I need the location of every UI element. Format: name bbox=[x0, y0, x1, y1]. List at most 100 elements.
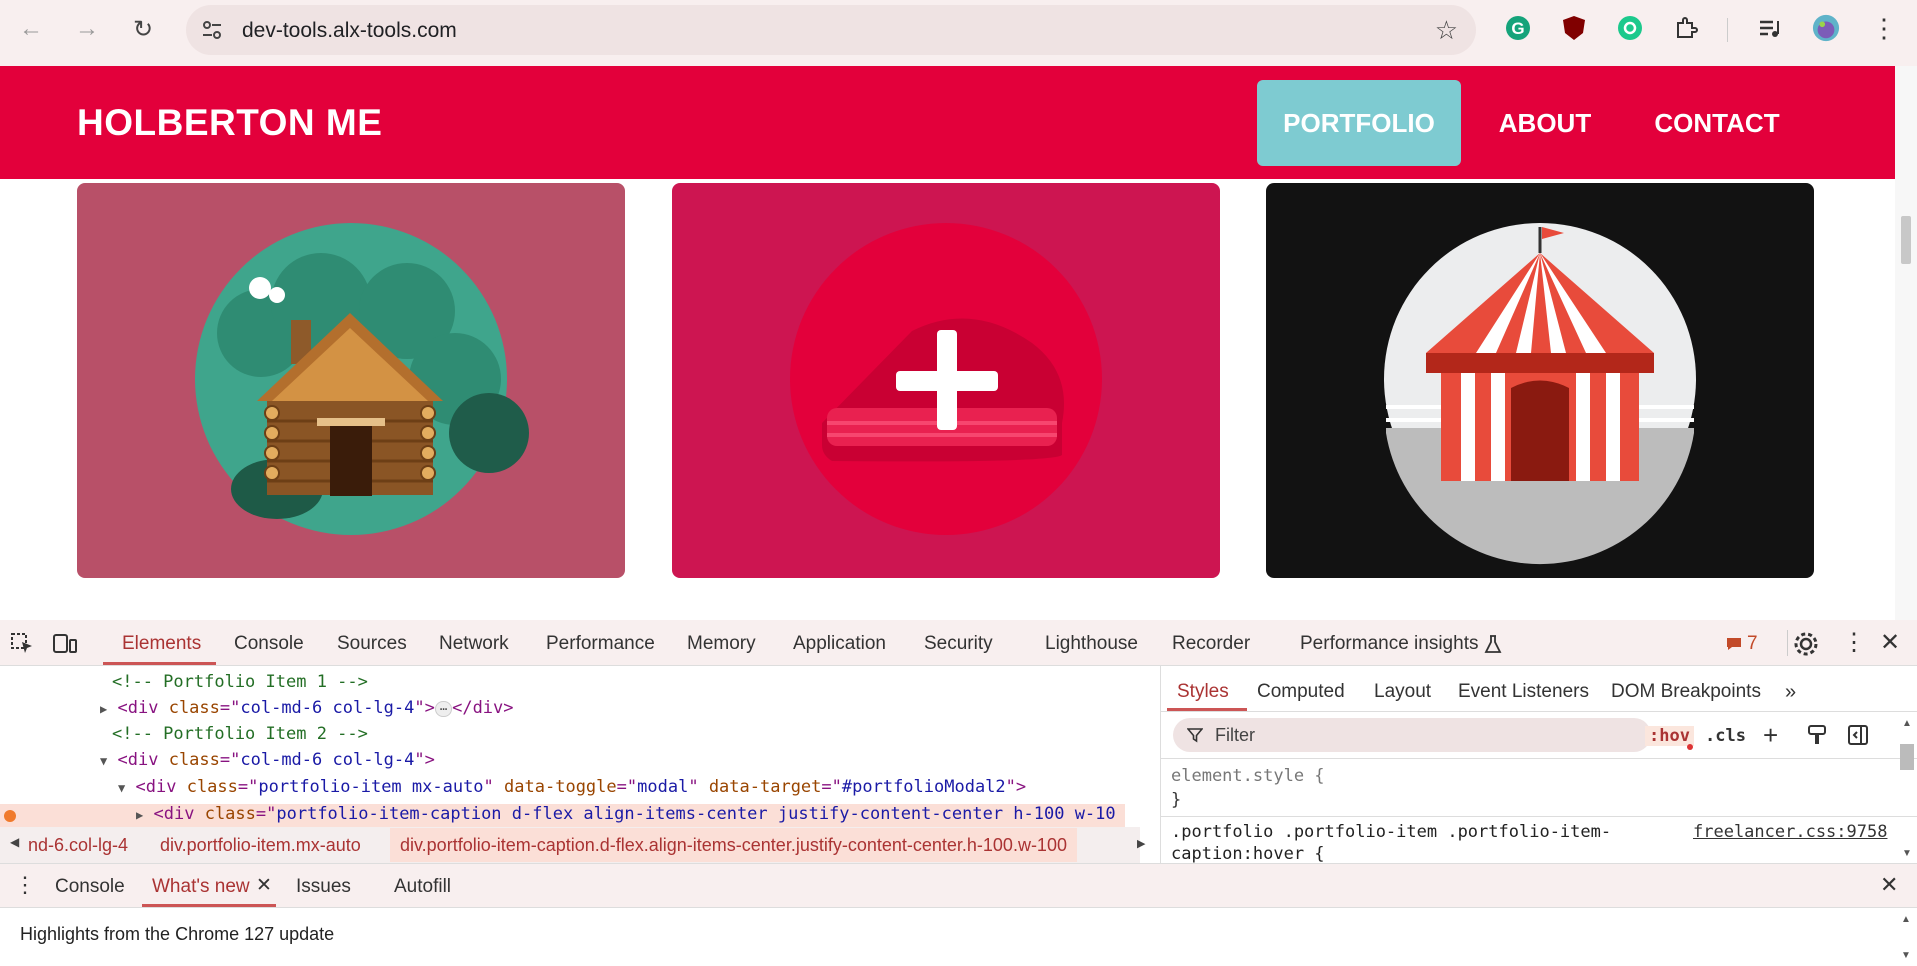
sync-extension-icon[interactable] bbox=[1616, 14, 1644, 42]
paint-brush-icon[interactable] bbox=[1807, 724, 1827, 746]
filter-funnel-icon bbox=[1187, 728, 1203, 743]
dom-comment-1[interactable]: <!-- Portfolio Item 1 --> bbox=[112, 672, 368, 699]
dom-node-portfolio-item-div[interactable]: ▼ <div class="portfolio-item mx-auto" da… bbox=[118, 777, 1026, 804]
close-devtools-icon[interactable]: ✕ bbox=[1880, 628, 1900, 657]
nav-link-about[interactable]: ABOUT bbox=[1482, 80, 1608, 166]
collapse-triangle-icon[interactable]: ▼ bbox=[118, 781, 125, 795]
page-scrollbar[interactable] bbox=[1895, 66, 1917, 620]
tab-performance[interactable]: Performance bbox=[546, 633, 655, 655]
portfolio-card-cabin[interactable] bbox=[77, 183, 625, 578]
expand-triangle-icon[interactable]: ▶ bbox=[136, 808, 143, 822]
styles-scrollbar[interactable]: ▲ ▼ bbox=[1896, 712, 1917, 863]
extensions-puzzle-icon[interactable] bbox=[1672, 14, 1700, 42]
back-icon[interactable]: ← bbox=[16, 14, 46, 44]
ublock-icon[interactable] bbox=[1560, 14, 1588, 42]
tab-dom-breakpoints[interactable]: DOM Breakpoints bbox=[1611, 681, 1761, 703]
inspect-element-icon[interactable] bbox=[10, 632, 34, 654]
tab-application[interactable]: Application bbox=[793, 633, 886, 655]
url-text[interactable]: dev-tools.alx-tools.com bbox=[242, 19, 457, 43]
menu-kebab-icon[interactable]: ⋮ bbox=[1870, 13, 1898, 43]
circus-tent-illustration bbox=[1384, 223, 1696, 565]
element-style-open[interactable]: element.style { bbox=[1171, 766, 1325, 786]
settings-gear-icon[interactable] bbox=[1793, 631, 1819, 657]
drawer-scroll-down-icon[interactable]: ▼ bbox=[1901, 950, 1911, 961]
nav-link-portfolio[interactable]: PORTFOLIO bbox=[1257, 80, 1461, 166]
dom-node-portfolio-item-2[interactable]: ▼ <div class="col-md-6 col-lg-4"> bbox=[100, 750, 435, 777]
profile-avatar-icon[interactable] bbox=[1812, 14, 1840, 42]
log-cabin-illustration bbox=[195, 223, 529, 535]
styles-scroll-down-icon[interactable]: ▼ bbox=[1902, 848, 1912, 859]
drawer-tab-autofill[interactable]: Autofill bbox=[394, 876, 451, 898]
tab-recorder[interactable]: Recorder bbox=[1172, 633, 1250, 655]
more-tabs-chevron-icon[interactable]: » bbox=[1785, 681, 1796, 704]
tab-console[interactable]: Console bbox=[234, 633, 304, 655]
devtools-more-icon[interactable]: ⋮ bbox=[1842, 628, 1866, 657]
breadcrumb-scroll-left-icon[interactable]: ◀ bbox=[10, 835, 19, 849]
styles-filter-input[interactable]: Filter bbox=[1173, 718, 1651, 752]
tab-styles[interactable]: Styles bbox=[1177, 681, 1229, 703]
tab-layout[interactable]: Layout bbox=[1374, 681, 1431, 703]
toggle-sidebar-icon[interactable] bbox=[1847, 724, 1869, 746]
address-bar[interactable]: dev-tools.alx-tools.com ☆ bbox=[186, 5, 1476, 55]
element-style-close: } bbox=[1171, 790, 1182, 810]
tab-sources[interactable]: Sources bbox=[337, 633, 407, 655]
filter-divider bbox=[1161, 758, 1917, 759]
drawer-scroll-up-icon[interactable]: ▲ bbox=[1901, 914, 1911, 925]
breadcrumb-caption-selected[interactable]: div.portfolio-item-caption.d-flex.align-… bbox=[390, 828, 1077, 862]
close-drawer-icon[interactable]: ✕ bbox=[1880, 872, 1898, 898]
hover-state-dot bbox=[4, 810, 16, 822]
tab-network[interactable]: Network bbox=[439, 633, 509, 655]
device-toolbar-icon[interactable] bbox=[52, 632, 78, 654]
portfolio-card-cake[interactable] bbox=[672, 183, 1220, 578]
tab-event-listeners[interactable]: Event Listeners bbox=[1458, 681, 1589, 703]
page-scrollbar-thumb[interactable] bbox=[1901, 216, 1911, 264]
brand-logo-text[interactable]: HOLBERTON ME bbox=[77, 102, 382, 144]
plus-icon-horizontal bbox=[896, 371, 998, 391]
dom-node-portfolio-item-1[interactable]: ▶ <div class="col-md-6 col-lg-4"> ⋯ </div> bbox=[100, 698, 514, 725]
portfolio-card-circus[interactable] bbox=[1266, 183, 1814, 578]
tab-lighthouse[interactable]: Lighthouse bbox=[1045, 633, 1138, 655]
breadcrumb-col[interactable]: nd-6.col-lg-4 bbox=[28, 835, 128, 856]
breadcrumb-scroll-right-icon[interactable]: ▶ bbox=[1137, 837, 1145, 850]
devtools-panel: Elements Console Sources Network Perform… bbox=[0, 620, 1917, 965]
breadcrumb-portfolio-item[interactable]: div.portfolio-item.mx-auto bbox=[160, 835, 361, 856]
toolbar-divider bbox=[1727, 18, 1728, 42]
styles-scroll-up-icon[interactable]: ▲ bbox=[1902, 718, 1912, 729]
nav-link-contact[interactable]: CONTACT bbox=[1640, 80, 1794, 166]
drawer-tab-issues[interactable]: Issues bbox=[296, 876, 351, 898]
new-style-rule-plus-icon[interactable]: + bbox=[1763, 720, 1778, 751]
drawer-tab-whats-new[interactable]: What's new bbox=[152, 876, 250, 898]
tab-security[interactable]: Security bbox=[924, 633, 993, 655]
selected-tab-underline bbox=[103, 662, 216, 665]
tab-memory[interactable]: Memory bbox=[687, 633, 756, 655]
collapsed-ellipsis[interactable]: ⋯ bbox=[434, 701, 453, 717]
rule-selector-line-2[interactable]: caption:hover { bbox=[1171, 844, 1325, 864]
experiment-flask-icon bbox=[1484, 635, 1502, 653]
drawer-scrollbar[interactable]: ▲ ▼ bbox=[1895, 908, 1917, 966]
site-info-icon[interactable] bbox=[200, 18, 224, 42]
drawer-tab-console[interactable]: Console bbox=[55, 876, 125, 898]
filter-placeholder: Filter bbox=[1215, 725, 1255, 745]
collapse-triangle-icon[interactable]: ▼ bbox=[100, 754, 107, 768]
tab-performance-insights[interactable]: Performance insights bbox=[1300, 633, 1478, 655]
media-queue-icon[interactable] bbox=[1756, 14, 1784, 42]
rule-source-link[interactable]: freelancer.css:9758 bbox=[1693, 822, 1887, 842]
expand-triangle-icon[interactable]: ▶ bbox=[100, 702, 107, 716]
close-whats-new-icon[interactable]: ✕ bbox=[256, 874, 272, 897]
elements-scrollbar[interactable]: ▲ ▼ bbox=[1138, 666, 1140, 826]
hov-toggle[interactable]: :hov bbox=[1645, 726, 1694, 746]
rule-selector-line-1[interactable]: .portfolio .portfolio-item .portfolio-it… bbox=[1171, 822, 1611, 842]
reload-icon[interactable]: ↻ bbox=[128, 14, 158, 44]
issues-count[interactable]: 7 bbox=[1747, 633, 1758, 655]
bookmark-star-icon[interactable]: ☆ bbox=[1435, 15, 1458, 46]
forward-icon[interactable]: → bbox=[72, 14, 102, 44]
styles-scrollbar-thumb[interactable] bbox=[1900, 744, 1914, 770]
grammarly-icon[interactable]: G bbox=[1504, 14, 1532, 42]
tab-computed[interactable]: Computed bbox=[1257, 681, 1345, 703]
issues-icon[interactable] bbox=[1725, 636, 1743, 652]
cls-toggle[interactable]: .cls bbox=[1705, 726, 1746, 746]
tab-elements[interactable]: Elements bbox=[122, 633, 201, 655]
dom-comment-2[interactable]: <!-- Portfolio Item 2 --> bbox=[112, 724, 368, 751]
drawer-tab-underline bbox=[142, 904, 276, 907]
drawer-menu-icon[interactable]: ⋮ bbox=[14, 872, 36, 898]
